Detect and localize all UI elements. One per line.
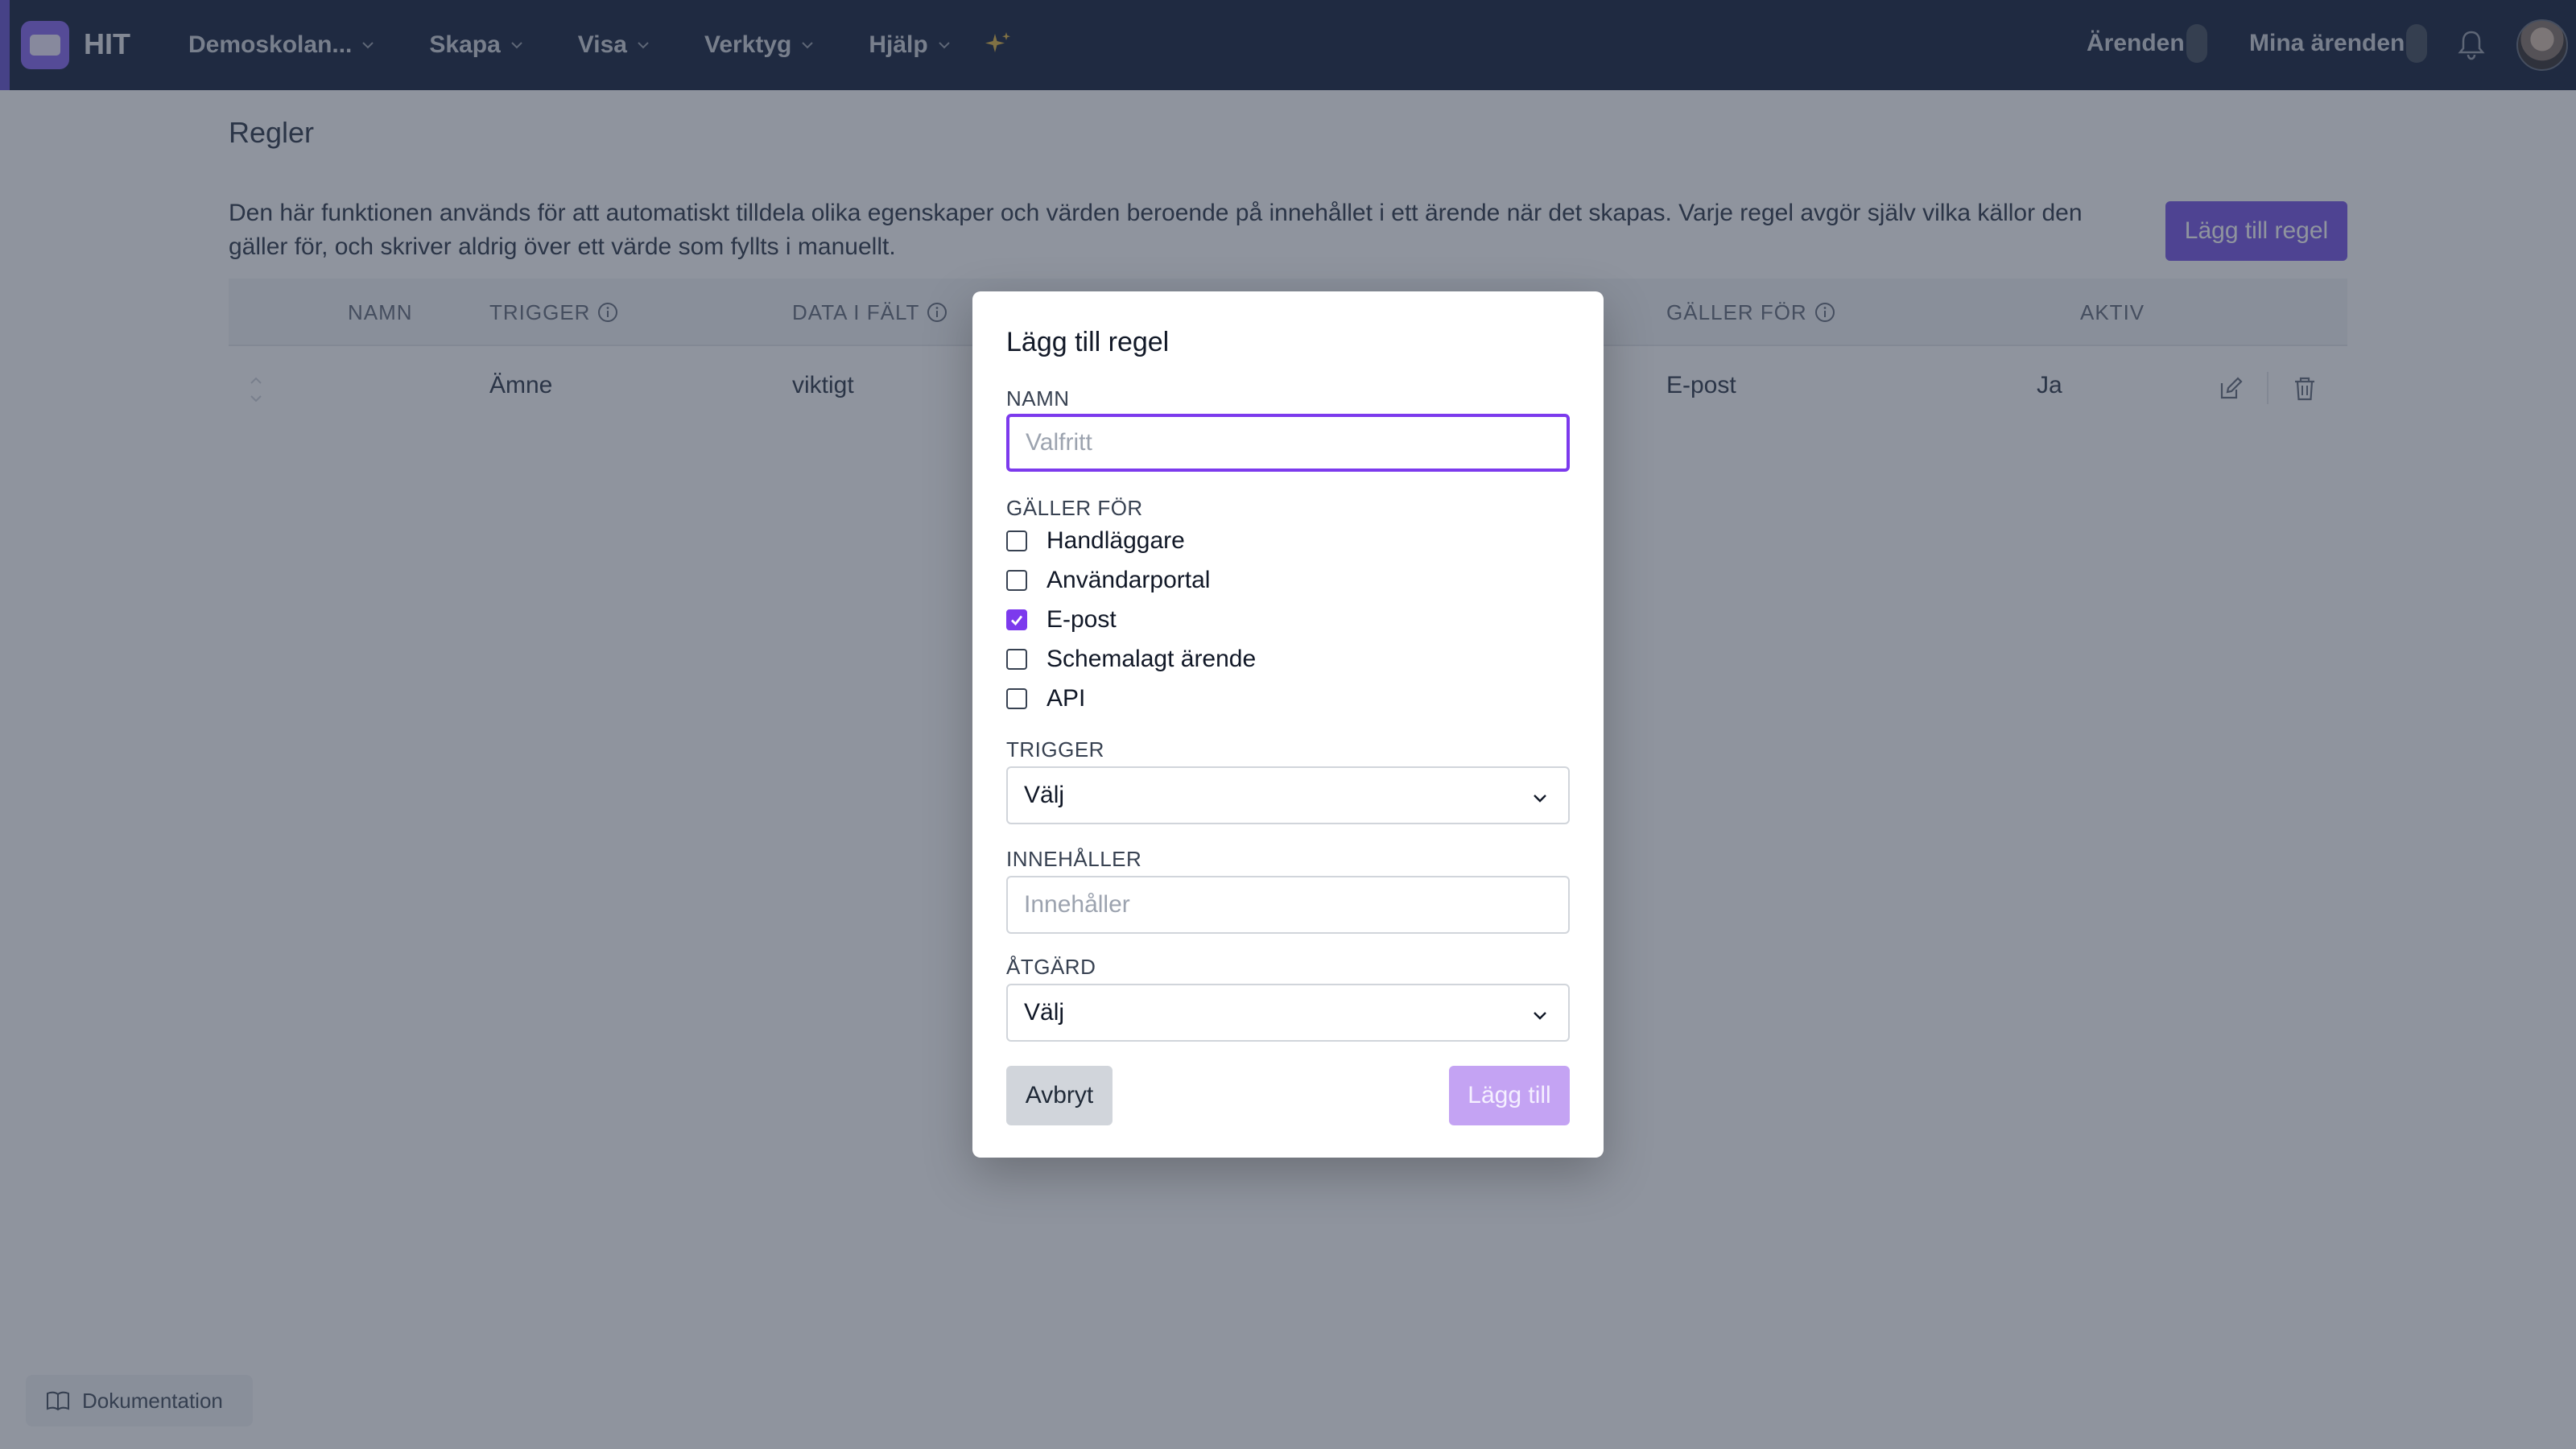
add-rule-dialog: Lägg till regel NAMN GÄLLER FÖR Handlägg… (972, 291, 1604, 1158)
action-select[interactable]: Välj (1006, 984, 1570, 1042)
applies-option-schemalagt[interactable]: Schemalagt ärende (1006, 643, 1256, 675)
contains-label: INNEHÅLLER (1006, 847, 1142, 871)
applies-option-epost[interactable]: E-post (1006, 604, 1117, 636)
trigger-label: TRIGGER (1006, 737, 1104, 762)
checkbox[interactable] (1006, 688, 1027, 709)
cancel-button[interactable]: Avbryt (1006, 1066, 1113, 1125)
chevron-down-icon (1534, 795, 1546, 803)
submit-button[interactable]: Lägg till (1449, 1066, 1570, 1125)
applies-option-handlaggare[interactable]: Handläggare (1006, 525, 1185, 557)
applies-option-api[interactable]: API (1006, 683, 1085, 715)
name-input[interactable] (1006, 414, 1570, 472)
checkbox-checked[interactable] (1006, 609, 1027, 630)
trigger-select[interactable]: Välj (1006, 766, 1570, 824)
dialog-title: Lägg till regel (1006, 327, 1170, 357)
contains-input[interactable] (1006, 876, 1570, 934)
applies-to-label: GÄLLER FÖR (1006, 496, 1143, 520)
action-label: ÅTGÄRD (1006, 955, 1096, 979)
name-label: NAMN (1006, 386, 1070, 411)
checkmark-icon (1011, 615, 1023, 626)
checkbox[interactable] (1006, 649, 1027, 670)
applies-option-anvandarportal[interactable]: Användarportal (1006, 564, 1210, 597)
checkbox[interactable] (1006, 570, 1027, 591)
checkbox[interactable] (1006, 530, 1027, 551)
action-select-value: Välj (1024, 999, 1065, 1026)
trigger-select-value: Välj (1024, 782, 1065, 808)
chevron-down-icon (1534, 1012, 1546, 1020)
